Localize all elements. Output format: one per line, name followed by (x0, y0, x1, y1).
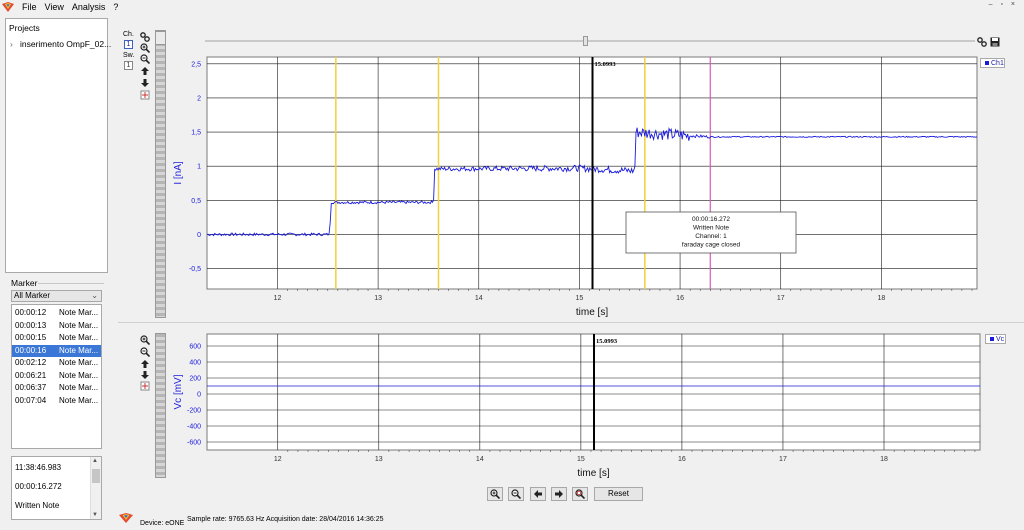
voltage-plot: 12 13 14 15 16 17 18 -600 -400 -200 0 200 400 600 time… (173, 333, 981, 479)
zoom-in-icon (490, 489, 500, 499)
x-tick-label: 16 (676, 295, 684, 302)
pan-right-button[interactable] (551, 487, 567, 501)
y-tick-label: 400 (189, 360, 201, 367)
x-tick-label: 14 (476, 456, 484, 463)
legend-vc-label: Vc (996, 336, 1005, 343)
x-axis-label: time [s] (577, 468, 609, 479)
plots-canvas[interactable]: 12 13 14 15 16 17 18 -0,5 0 0,5 1 1,5 2 2,5 time [s] I … (0, 0, 1024, 530)
reset-button[interactable]: Reset (594, 487, 643, 501)
y-tick-label: 600 (189, 344, 201, 351)
y-tick-label: -0,5 (189, 266, 201, 273)
y-axis-label: Vc [mV] (173, 374, 184, 409)
acquisition-info: Sample rate: 9765.63 Hz Acquisition date… (187, 516, 384, 523)
y-tick-label: 0,5 (191, 198, 201, 205)
zoom-out-icon (511, 489, 521, 499)
annotation-line: faraday cage closed (682, 242, 741, 249)
arrow-left-icon (534, 490, 542, 498)
x-tick-label: 18 (877, 295, 885, 302)
annotation-line: Written Note (693, 225, 729, 232)
annotation-line: 00:00:16.272 (692, 216, 730, 223)
legend-swatch-icon (990, 337, 994, 342)
y-tick-label: 0 (197, 392, 201, 399)
legend-swatch-icon (985, 61, 989, 66)
x-tick-label: 12 (274, 295, 282, 302)
x-tick-label: 17 (777, 295, 785, 302)
y-tick-label: -200 (187, 408, 201, 415)
pan-left-button[interactable] (530, 487, 546, 501)
y-tick-label: 200 (189, 376, 201, 383)
x-tick-label: 15 (576, 295, 584, 302)
y-tick-label: 1,5 (191, 130, 201, 137)
current-plot: 12 13 14 15 16 17 18 -0,5 0 0,5 1 1,5 2 2,5 time [s] I … (173, 56, 978, 318)
cursor-time-label: 15.0993 (595, 61, 617, 68)
x-tick-label: 16 (678, 456, 686, 463)
y-tick-label: -600 (187, 440, 201, 447)
legend-ch1: Ch1 (980, 58, 1005, 68)
x-tick-label: 14 (475, 295, 483, 302)
cursor-time-label: 15.0993 (596, 338, 618, 345)
legend-ch1-label: Ch1 (991, 60, 1004, 67)
x-tick-label: 12 (274, 456, 282, 463)
zoom-fit-icon (575, 489, 585, 499)
y-axis-label: I [nA] (173, 161, 184, 185)
zoom-in-button[interactable] (487, 487, 503, 501)
y-tick-label: 0 (197, 232, 201, 239)
y-tick-label: -400 (187, 424, 201, 431)
device-logo-icon (119, 513, 133, 523)
plot-separator[interactable] (118, 322, 1024, 323)
x-tick-label: 13 (374, 295, 382, 302)
device-label: Device: eONE (140, 520, 185, 527)
x-axis-label: time [s] (576, 307, 608, 318)
zoom-out-button[interactable] (508, 487, 524, 501)
x-tick-label: 13 (375, 456, 383, 463)
annotation-line: Channel: 1 (695, 233, 727, 240)
app-window: File View Analysis ? – ▫ × Projects › ins… (0, 0, 1024, 530)
y-tick-label: 2 (197, 95, 201, 102)
legend-vc: Vc (985, 334, 1006, 344)
x-tick-label: 17 (779, 456, 787, 463)
x-tick-label: 18 (880, 456, 888, 463)
y-tick-label: 2,5 (191, 61, 201, 68)
x-tick-label: 15 (577, 456, 585, 463)
y-tick-label: 1 (197, 164, 201, 171)
zoom-fit-button[interactable] (572, 487, 588, 501)
arrow-right-icon (555, 490, 563, 498)
